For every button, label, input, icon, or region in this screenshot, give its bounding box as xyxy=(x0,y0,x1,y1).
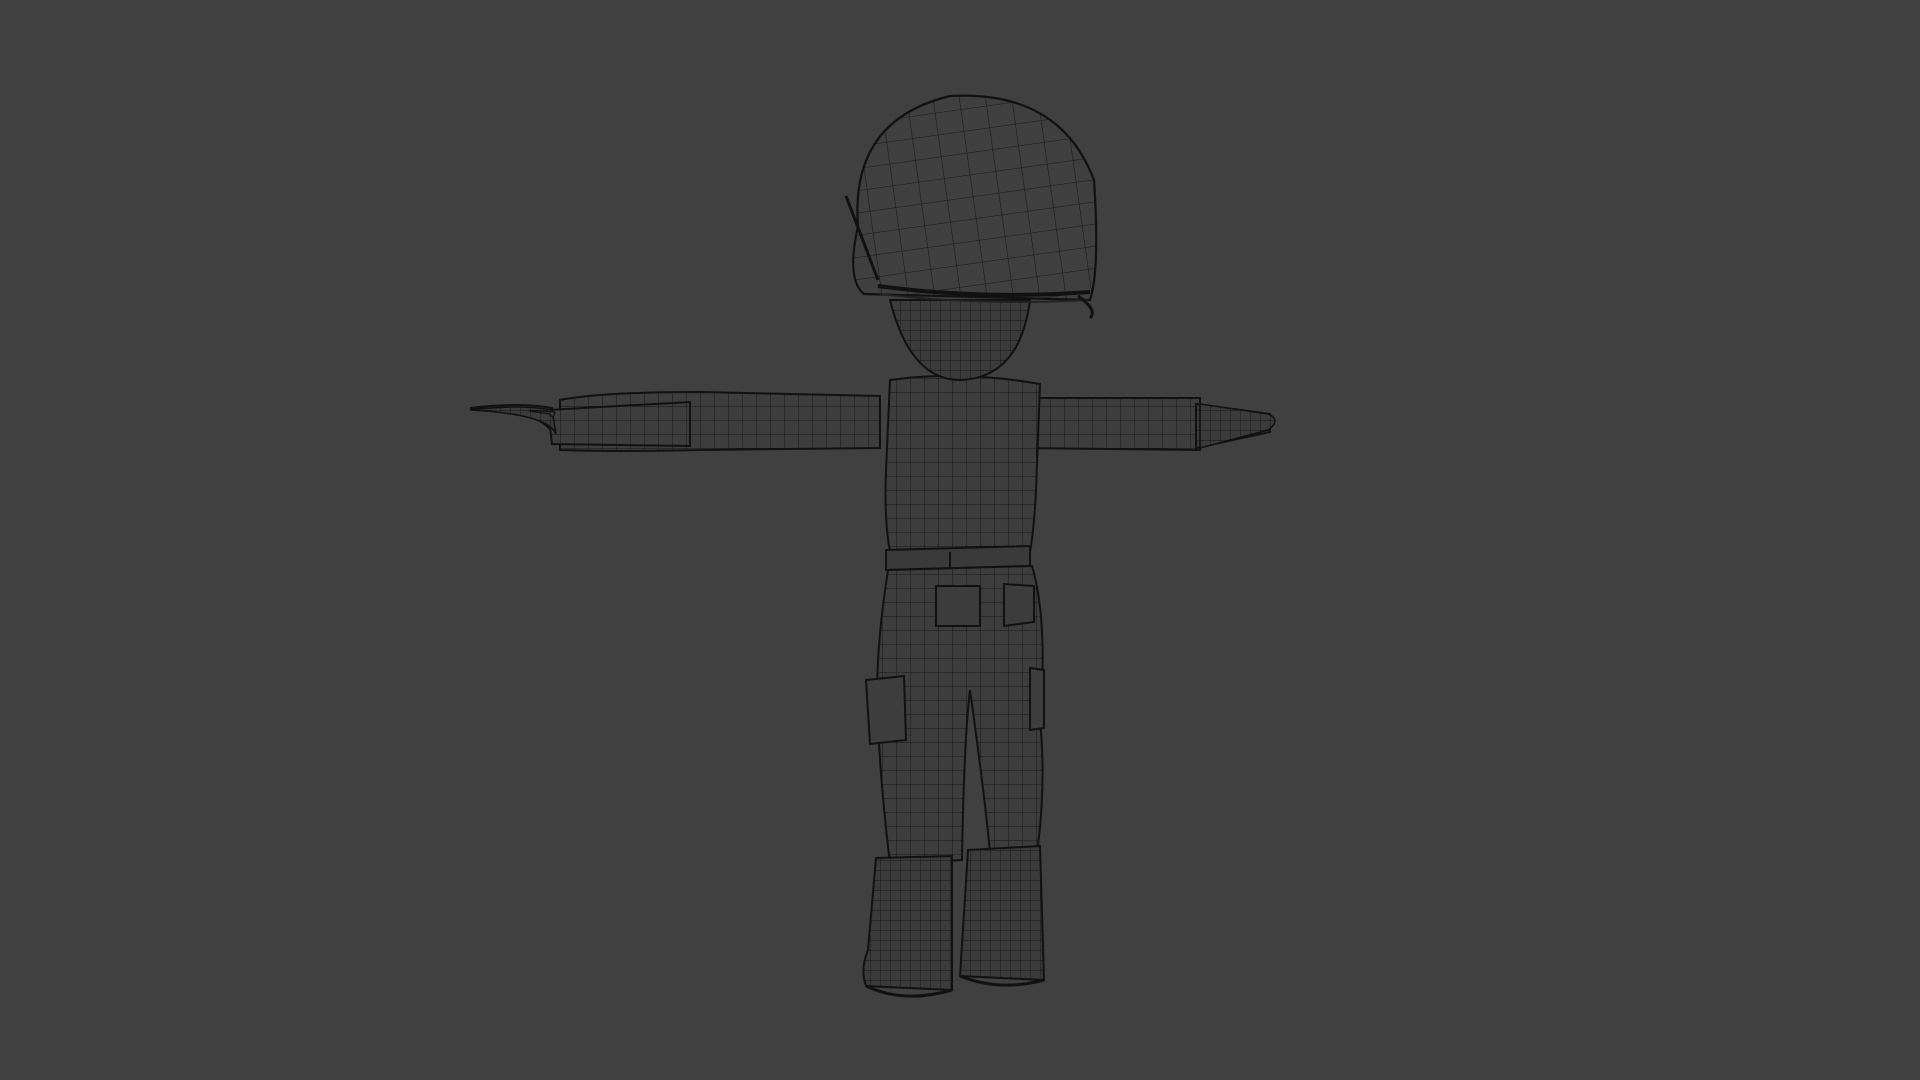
wireframe-scene[interactable] xyxy=(0,0,1920,1080)
head[interactable] xyxy=(888,299,1032,382)
helmet[interactable] xyxy=(844,94,1098,320)
3d-viewport[interactable] xyxy=(0,0,1920,1080)
right-hand[interactable] xyxy=(1199,403,1276,450)
left-hand[interactable] xyxy=(469,406,557,435)
boots[interactable] xyxy=(862,844,1046,998)
left-arm[interactable] xyxy=(469,390,881,452)
torso[interactable] xyxy=(884,374,1042,553)
